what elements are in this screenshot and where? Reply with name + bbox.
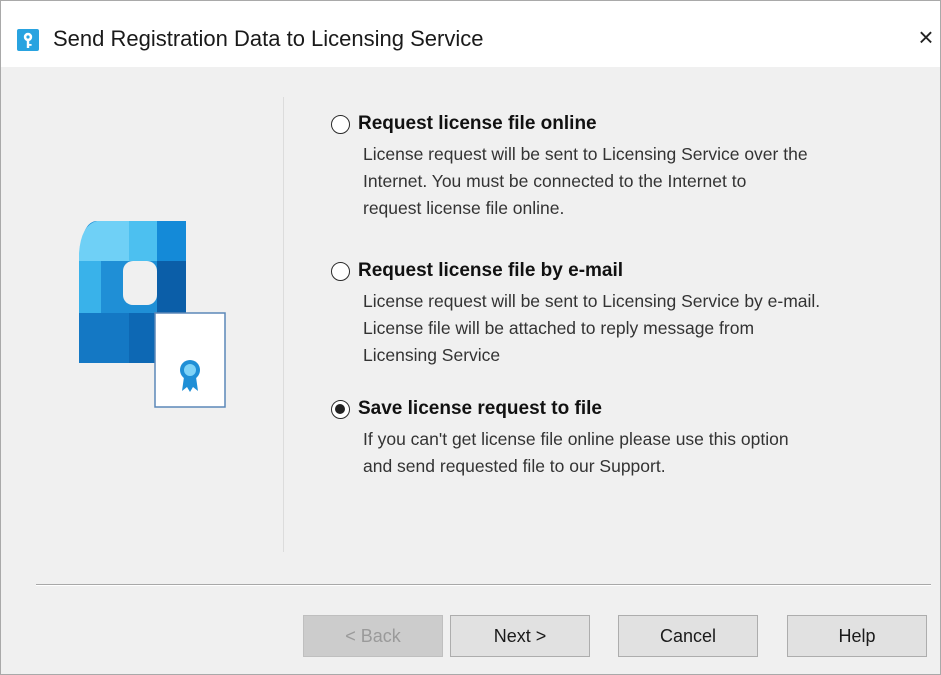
title-bar: Send Registration Data to Licensing Serv…	[1, 1, 940, 67]
window-title: Send Registration Data to Licensing Serv…	[53, 26, 484, 51]
option-save-file: Save license request to file If you can'…	[331, 398, 931, 480]
back-button[interactable]: < Back	[303, 615, 443, 657]
license-certificate-icon	[79, 221, 226, 408]
option-save-file-description: If you can't get license file online ple…	[363, 429, 789, 476]
option-email-label: Request license file by e-mail	[358, 260, 624, 281]
radio-row-save-file[interactable]: Save license request to file	[331, 398, 931, 420]
vertical-divider	[283, 97, 284, 552]
option-save-file-label: Save license request to file	[358, 398, 602, 419]
cancel-button[interactable]: Cancel	[618, 615, 758, 657]
radio-email[interactable]	[331, 261, 350, 281]
option-email-description: License request will be sent to Licensin…	[363, 291, 821, 365]
close-button[interactable]: ×	[912, 19, 940, 55]
option-online: Request license file online License requ…	[331, 113, 931, 222]
license-dialog: Send Registration Data to Licensing Serv…	[0, 0, 941, 675]
radio-row-online[interactable]: Request license file online	[331, 113, 931, 135]
app-key-icon	[17, 29, 39, 51]
next-button[interactable]: Next >	[450, 615, 590, 657]
radio-row-email[interactable]: Request license file by e-mail	[331, 260, 931, 282]
option-online-label: Request license file online	[358, 113, 597, 134]
option-online-description: License request will be sent to Licensin…	[363, 144, 808, 218]
radio-save-file[interactable]	[331, 399, 350, 419]
option-email: Request license file by e-mail License r…	[331, 260, 931, 369]
footer-separator	[36, 584, 931, 586]
radio-online[interactable]	[331, 114, 350, 134]
help-button[interactable]: Help	[787, 615, 927, 657]
